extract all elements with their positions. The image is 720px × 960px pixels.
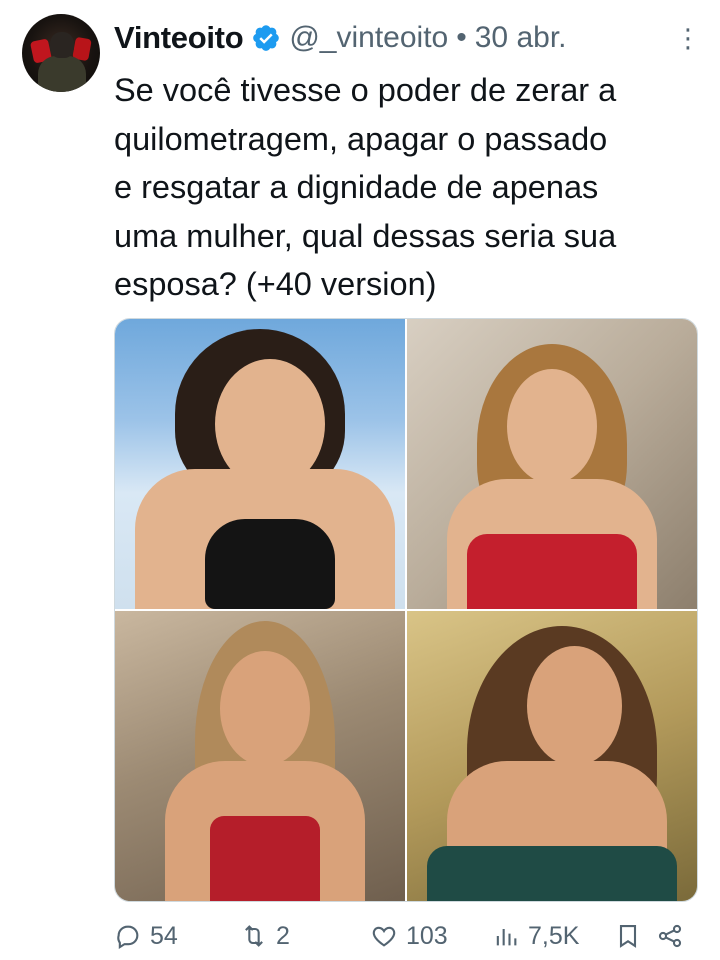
bookmark-icon <box>619 925 637 948</box>
like-count: 103 <box>406 921 448 950</box>
retweet-icon <box>245 925 263 947</box>
share-button[interactable] <box>656 922 684 950</box>
views-button[interactable]: 7,5K <box>492 922 602 951</box>
tweet-date[interactable]: 30 abr. <box>475 21 567 55</box>
reply-button[interactable]: 54 <box>114 922 240 951</box>
views-icon <box>496 929 517 946</box>
share-icon <box>658 924 682 948</box>
retweet-count: 2 <box>276 921 290 950</box>
author-handle[interactable]: @_vinteoito <box>289 21 448 55</box>
tweet-header: Vinteoito @_vinteoito • 30 abr. ⋮ <box>114 16 701 60</box>
action-bar: 54 2 103 7,5K <box>114 916 700 956</box>
photo-3[interactable] <box>115 611 405 901</box>
media-grid <box>114 318 698 902</box>
reply-count: 54 <box>150 921 178 950</box>
author-name[interactable]: Vinteoito <box>114 20 244 56</box>
heart-icon <box>372 926 396 947</box>
photo-2[interactable] <box>407 319 697 609</box>
tweet-text: Se você tivesse o poder de zerar a quilo… <box>114 72 617 302</box>
bookmark-button[interactable] <box>614 922 642 950</box>
photo-4[interactable] <box>407 611 697 901</box>
views-count: 7,5K <box>528 921 580 950</box>
more-options-icon[interactable]: ⋮ <box>675 23 701 54</box>
like-button[interactable]: 103 <box>370 922 492 951</box>
separator-dot: • <box>456 21 467 54</box>
reply-icon <box>117 925 139 949</box>
retweet-button[interactable]: 2 <box>240 922 370 951</box>
avatar[interactable] <box>22 14 100 92</box>
photo-1[interactable] <box>115 319 405 609</box>
verified-badge-icon <box>253 25 280 51</box>
